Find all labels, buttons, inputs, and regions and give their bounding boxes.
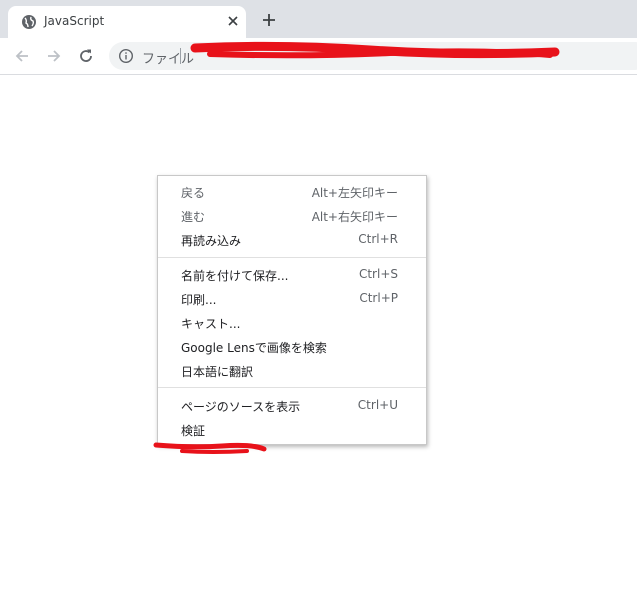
menu-item-view-source[interactable]: ページのソースを表示 Ctrl+U	[158, 394, 426, 418]
menu-item-translate[interactable]: 日本語に翻訳	[158, 359, 426, 383]
tab-strip: JavaScript	[0, 0, 637, 38]
menu-item-label: 名前を付けて保存...	[181, 269, 289, 283]
menu-item-shortcut: Ctrl+R	[358, 232, 398, 246]
context-menu: 戻る Alt+左矢印キー 進む Alt+右矢印キー 再読み込み Ctrl+R 名…	[157, 175, 427, 445]
menu-item-label: 戻る	[181, 186, 206, 200]
menu-item-label: ページのソースを表示	[181, 400, 301, 414]
globe-icon	[22, 15, 36, 29]
menu-item-label: 再読み込み	[181, 234, 242, 248]
close-icon[interactable]	[226, 14, 240, 28]
menu-item-google-lens[interactable]: Google Lensで画像を検索	[158, 335, 426, 359]
menu-item-cast[interactable]: キャスト...	[158, 311, 426, 335]
menu-item-shortcut: Alt+右矢印キー	[311, 210, 398, 224]
menu-item-print[interactable]: 印刷... Ctrl+P	[158, 287, 426, 311]
tab-javascript[interactable]: JavaScript	[8, 6, 246, 38]
menu-item-inspect[interactable]: 検証	[158, 418, 426, 442]
browser-toolbar: ファイル	[0, 38, 637, 75]
menu-item-shortcut: Ctrl+P	[359, 291, 398, 305]
omnibox-divider	[180, 48, 181, 64]
scheme-label: ファイル	[142, 52, 195, 67]
plus-icon[interactable]	[261, 12, 277, 28]
menu-item-shortcut: Ctrl+S	[358, 267, 398, 281]
arrow-right-icon[interactable]	[45, 47, 63, 65]
menu-item-label: キャスト...	[181, 317, 241, 331]
menu-item-save-as[interactable]: 名前を付けて保存... Ctrl+S	[158, 263, 426, 287]
menu-item-forward[interactable]: 進む Alt+右矢印キー	[158, 204, 426, 228]
menu-separator	[158, 387, 426, 388]
menu-item-shortcut: Alt+左矢印キー	[311, 186, 398, 200]
menu-item-shortcut: Ctrl+U	[357, 398, 398, 412]
menu-item-label: 印刷...	[181, 293, 217, 307]
arrow-left-icon[interactable]	[13, 47, 31, 65]
reload-icon[interactable]	[77, 47, 95, 65]
menu-item-label: 進む	[181, 210, 206, 224]
info-icon[interactable]	[118, 48, 134, 64]
menu-item-label: 日本語に翻訳	[181, 365, 254, 379]
tab-title: JavaScript	[44, 14, 105, 28]
menu-item-label: Google Lensで画像を検索	[181, 341, 327, 355]
menu-item-back[interactable]: 戻る Alt+左矢印キー	[158, 180, 426, 204]
menu-item-reload[interactable]: 再読み込み Ctrl+R	[158, 228, 426, 252]
menu-item-label: 検証	[181, 424, 206, 438]
address-bar[interactable]: ファイル	[109, 42, 637, 70]
menu-separator	[158, 257, 426, 258]
